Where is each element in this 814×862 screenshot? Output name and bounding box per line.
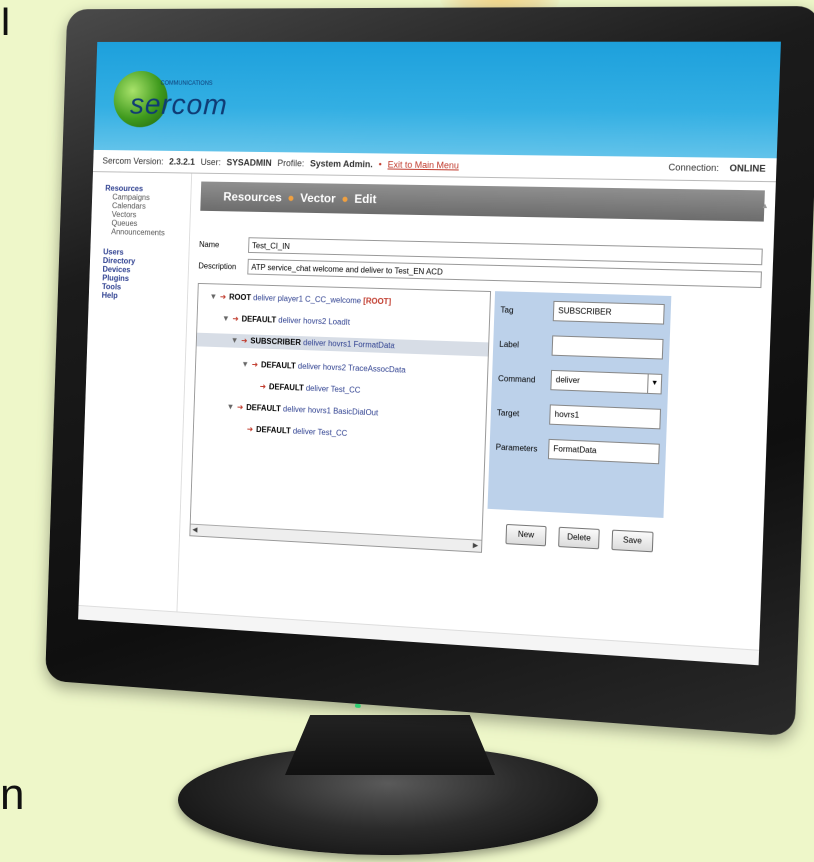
- connection-value: ONLINE: [729, 162, 766, 174]
- power-led: [354, 703, 361, 709]
- tree-node[interactable]: ▼ ➜ DEFAULT deliver hovrs1 BasicDialOut: [227, 402, 379, 417]
- connection-label: Connection:: [668, 162, 720, 174]
- delete-button[interactable]: Delete: [558, 526, 600, 550]
- chevron-down-icon[interactable]: ▼: [647, 374, 662, 394]
- breadcrumb-separator-icon: ●: [341, 191, 349, 206]
- scroll-up-icon[interactable]: ▲: [761, 203, 769, 210]
- triangle-down-icon[interactable]: ▼: [231, 336, 239, 345]
- logo-text: sercom: [129, 88, 229, 122]
- label-input[interactable]: [551, 335, 664, 360]
- sidebar-item-help[interactable]: Help: [102, 291, 188, 302]
- tree-node[interactable]: ➜ DEFAULT deliver Test_CC: [260, 382, 361, 395]
- slide-text-bottom: n: [0, 770, 25, 819]
- command-label: Command: [497, 373, 536, 385]
- arrow-right-icon: ➜: [246, 424, 254, 434]
- parameters-label: Parameters: [495, 442, 538, 454]
- exit-main-menu-link[interactable]: Exit to Main Menu: [387, 160, 459, 171]
- monitor: COMMUNICATIONS sercom Sercom Version: 2.…: [45, 6, 814, 737]
- command-select[interactable]: deliver ▼: [550, 369, 663, 395]
- tree-node-selected[interactable]: ▼ ➜ SUBSCRIBER deliver hovrs1 FormatData: [196, 332, 489, 357]
- breadcrumb-edit: Edit: [354, 191, 377, 207]
- content-panel: ▲ Resources ● Vector ● Edit Name Descrip…: [177, 174, 776, 666]
- bullet: •: [378, 159, 382, 170]
- vector-tree: ▼ ➜ ROOT deliver player1 C_CC_welcome [ROO…: [189, 282, 492, 553]
- triangle-down-icon[interactable]: ▼: [227, 402, 235, 411]
- slide-text-top: I: [0, 0, 12, 44]
- properties-panel: Tag SUBSCRIBER Label Command deliver ▼ T…: [487, 291, 672, 518]
- label-row: Label: [499, 334, 664, 360]
- tree-node[interactable]: ➜ DEFAULT deliver Test_CC: [247, 425, 348, 438]
- arrow-right-icon: ➜: [251, 360, 259, 370]
- target-input[interactable]: hovrs1: [549, 404, 662, 430]
- horizontal-scrollbar[interactable]: ◀ ▶: [190, 523, 482, 552]
- target-label: Target: [496, 407, 520, 418]
- version-label: Sercom Version:: [102, 155, 164, 167]
- target-row: Target hovrs1: [496, 402, 662, 430]
- profile-value: System Admin.: [309, 158, 373, 170]
- new-button[interactable]: New: [505, 523, 547, 547]
- arrow-right-icon: ➜: [259, 381, 267, 392]
- main-area: Resources Campaigns Calendars Vectors Qu…: [78, 172, 776, 665]
- user-label: User:: [200, 157, 221, 168]
- scroll-right-icon[interactable]: ▶: [473, 541, 479, 549]
- tree-node[interactable]: ▼ ➜ DEFAULT deliver hovrs2 LoadIt: [222, 314, 350, 327]
- triangle-down-icon[interactable]: ▼: [209, 292, 217, 301]
- command-row: Command deliver ▼: [497, 368, 663, 395]
- connection-status: Connection: ONLINE: [668, 162, 766, 174]
- description-label: Description: [198, 261, 237, 271]
- tag-row: Tag SUBSCRIBER: [500, 299, 665, 325]
- version-value: 2.3.2.1: [169, 156, 196, 167]
- save-button[interactable]: Save: [611, 529, 654, 553]
- breadcrumb: Resources ● Vector ● Edit: [200, 181, 765, 222]
- command-value: deliver: [555, 375, 581, 386]
- arrow-right-icon: ➜: [219, 292, 227, 302]
- triangle-down-icon[interactable]: ▼: [241, 360, 249, 369]
- sidebar: Resources Campaigns Calendars Vectors Qu…: [78, 172, 193, 628]
- monitor-stand-neck: [285, 715, 495, 775]
- arrow-right-icon: ➜: [236, 402, 244, 412]
- breadcrumb-resources[interactable]: Resources: [223, 190, 282, 205]
- tree-node[interactable]: ▼ ➜ ROOT deliver player1 C_CC_welcome [ROO…: [209, 292, 391, 306]
- tag-input[interactable]: SUBSCRIBER: [552, 300, 665, 325]
- arrow-right-icon: ➜: [241, 336, 248, 346]
- profile-label: Profile:: [277, 158, 305, 169]
- breadcrumb-vector[interactable]: Vector: [300, 191, 336, 205]
- label-label: Label: [499, 339, 520, 349]
- app-header: COMMUNICATIONS sercom: [93, 41, 781, 159]
- user-value: SYSADMIN: [226, 157, 272, 168]
- screen: COMMUNICATIONS sercom Sercom Version: 2.…: [78, 41, 781, 666]
- tree-node[interactable]: ▼ ➜ DEFAULT deliver hovrs2 TraceAssocData: [241, 360, 406, 375]
- logo-subtitle: COMMUNICATIONS: [160, 80, 213, 87]
- tag-label: Tag: [500, 304, 514, 315]
- vector-workarea: ▼ ➜ ROOT deliver player1 C_CC_welcome [ROO…: [189, 282, 761, 568]
- parameters-input[interactable]: FormatData: [547, 438, 660, 465]
- scroll-left-icon[interactable]: ◀: [192, 526, 197, 534]
- arrow-right-icon: ➜: [232, 314, 239, 324]
- triangle-down-icon[interactable]: ▼: [222, 314, 230, 323]
- parameters-row: Parameters FormatData: [495, 437, 660, 465]
- breadcrumb-separator-icon: ●: [287, 190, 295, 205]
- name-label: Name: [199, 239, 220, 249]
